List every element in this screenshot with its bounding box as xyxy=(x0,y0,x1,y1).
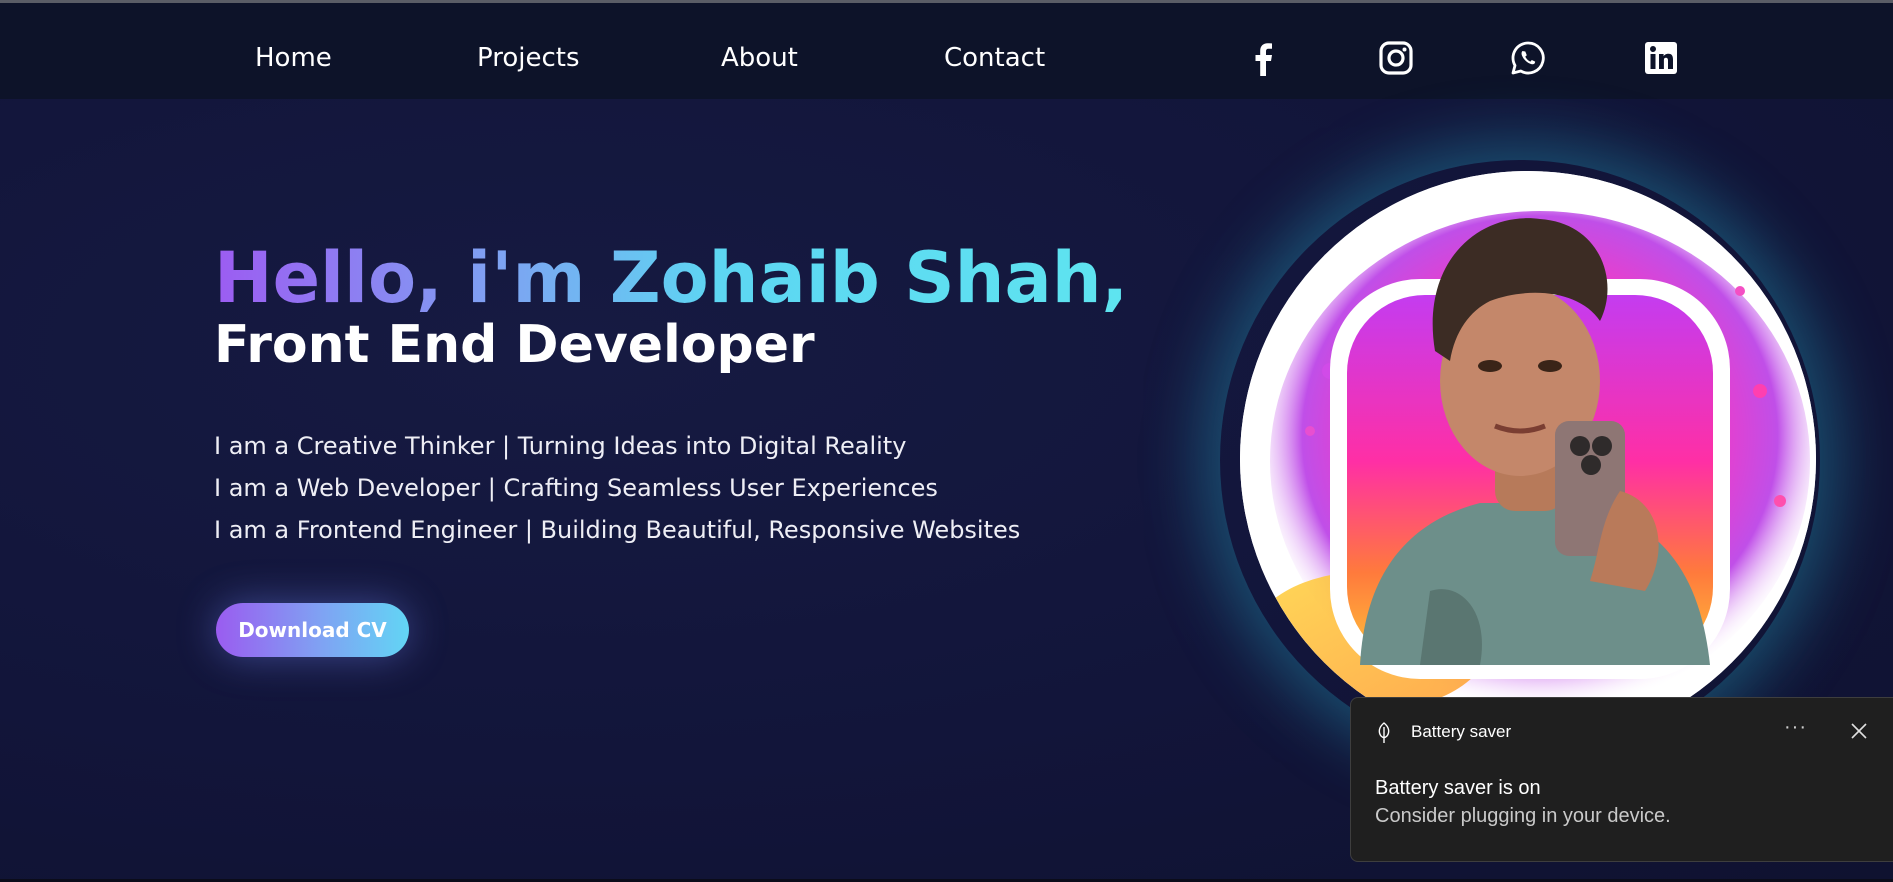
linkedin-icon[interactable] xyxy=(1643,40,1679,76)
notification-app-name: Battery saver xyxy=(1411,722,1512,741)
facebook-icon[interactable] xyxy=(1246,40,1282,76)
tagline-1: I am a Creative Thinker | Turning Ideas … xyxy=(214,432,907,460)
whatsapp-icon[interactable] xyxy=(1510,40,1546,76)
navbar: Home Projects About Contact xyxy=(0,3,1893,99)
profile-portrait-image xyxy=(1240,171,1816,747)
battery-saver-leaf-icon xyxy=(1378,722,1390,743)
hero-greeting-heading: Hello, i'm Zohaib Shah, xyxy=(214,237,1129,319)
nav-link-contact[interactable]: Contact xyxy=(944,43,1045,73)
nav-link-projects[interactable]: Projects xyxy=(477,43,580,73)
notification-title: Battery saver is on xyxy=(1375,777,1541,799)
download-cv-button[interactable]: Download CV xyxy=(216,603,409,657)
battery-saver-notification: Battery saver ··· Battery saver is on Co… xyxy=(1350,697,1893,862)
hero-role-heading: Front End Developer xyxy=(214,315,815,375)
more-options-icon[interactable]: ··· xyxy=(1784,716,1807,739)
tagline-2: I am a Web Developer | Crafting Seamless… xyxy=(214,474,938,502)
portfolio-page: Home Projects About Contact Hello, i'm Z… xyxy=(0,0,1893,882)
notification-body: Consider plugging in your device. xyxy=(1375,805,1671,827)
close-icon[interactable] xyxy=(1848,720,1870,742)
instagram-icon[interactable] xyxy=(1378,40,1414,76)
nav-link-about[interactable]: About xyxy=(721,43,798,73)
tagline-3: I am a Frontend Engineer | Building Beau… xyxy=(214,516,1021,544)
nav-link-home[interactable]: Home xyxy=(255,43,332,73)
